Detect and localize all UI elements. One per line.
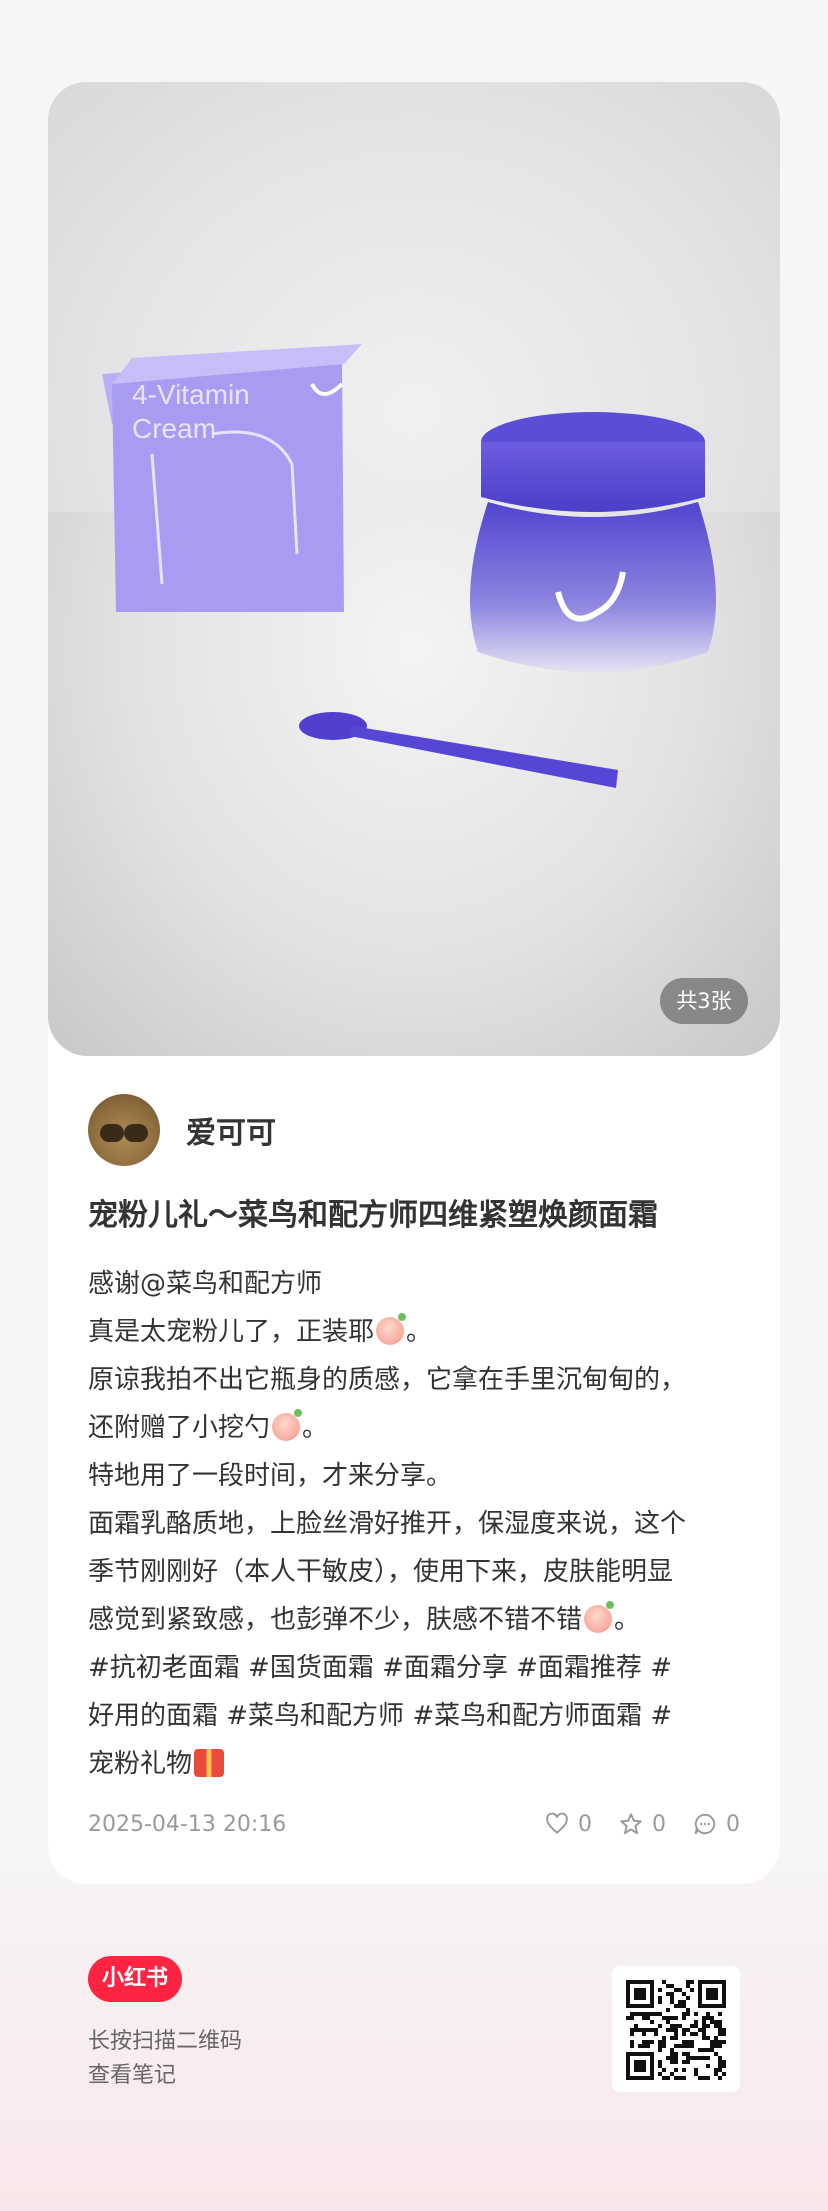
collect-count: 0 (652, 1811, 666, 1837)
box-label-line1: 4-Vitamin (132, 379, 250, 410)
note-photo[interactable]: 4-Vitamin Cream 共3张 (48, 82, 780, 1056)
comment-button[interactable]: 0 (692, 1811, 740, 1837)
photo-count-badge: 共3张 (660, 978, 748, 1024)
comment-icon (694, 1813, 716, 1835)
note-title: 宠粉儿礼～菜鸟和配方师四维紧塑焕颜面霜 (88, 1198, 658, 1233)
hashtag-line[interactable]: #抗初老面霜 #国货面霜 #面霜分享 #面霜推荐 # (88, 1644, 748, 1692)
author-row[interactable]: 爱可可 (88, 1094, 276, 1166)
product-box-image: 4-Vitamin Cream (102, 344, 362, 612)
content-line: 特地用了一段时间，才来分享。 (88, 1461, 453, 1491)
peach-emoji-icon (272, 1409, 303, 1441)
peach-emoji-icon (584, 1601, 615, 1633)
content-line: 感谢@菜鸟和配方师 (88, 1269, 323, 1299)
content-line: 面霜乳酪质地，上脸丝滑好推开，保湿度来说，这个 (88, 1509, 687, 1539)
post-date: 2025-04-13 20:16 (88, 1811, 287, 1837)
content-line: 感觉到紧致感，也彭弹不少，肤感不错不错。 (88, 1601, 641, 1635)
note-meta-row: 2025-04-13 20:16 0 0 0 (88, 1806, 740, 1842)
xiaohongshu-logo: 小红书 (88, 1956, 182, 2002)
content-line: 季节刚刚好（本人干敏皮），使用下来，皮肤能明显 (88, 1557, 674, 1587)
note-content: 感谢@菜鸟和配方师 真是太宠粉儿了，正装耶。 原谅我拍不出它瓶身的质感，它拿在手… (88, 1260, 748, 1788)
product-jar-image (470, 412, 716, 672)
content-line: 还附赠了小挖勺。 (88, 1409, 329, 1443)
peach-emoji-icon (376, 1313, 407, 1345)
author-name[interactable]: 爱可可 (186, 1108, 276, 1152)
hashtag-line[interactable]: 宠粉礼物 (88, 1740, 748, 1788)
qr-code-image (626, 1980, 726, 2080)
content-line: 真是太宠粉儿了，正装耶。 (88, 1313, 433, 1347)
engagement-stats: 0 0 0 (544, 1811, 740, 1837)
star-icon (620, 1813, 642, 1835)
note-card: 4-Vitamin Cream 共3张 爱可可 宠粉儿礼～菜鸟和配方师四维紧塑焕… (48, 82, 780, 1884)
box-label-line2: Cream (132, 413, 216, 444)
qr-code[interactable] (612, 1966, 740, 2092)
avatar-fist-right (124, 1124, 148, 1142)
qr-hint: 长按扫描二维码 查看笔记 (88, 2025, 242, 2093)
gift-emoji-icon (194, 1749, 225, 1777)
qr-hint-line1: 长按扫描二维码 (88, 2029, 243, 2054)
spoon-image (299, 712, 618, 788)
like-count: 0 (578, 1811, 592, 1837)
like-button[interactable]: 0 (544, 1811, 592, 1837)
avatar-fist-left (100, 1124, 124, 1142)
avatar[interactable] (88, 1094, 160, 1166)
qr-hint-line2: 查看笔记 (88, 2063, 177, 2088)
hashtag-line[interactable]: 好用的面霜 #菜鸟和配方师 #菜鸟和配方师面霜 # (88, 1692, 748, 1740)
content-line: 原谅我拍不出它瓶身的质感，它拿在手里沉甸甸的， (88, 1365, 687, 1395)
collect-button[interactable]: 0 (618, 1811, 666, 1837)
heart-icon (546, 1812, 568, 1834)
comment-count: 0 (726, 1811, 740, 1837)
